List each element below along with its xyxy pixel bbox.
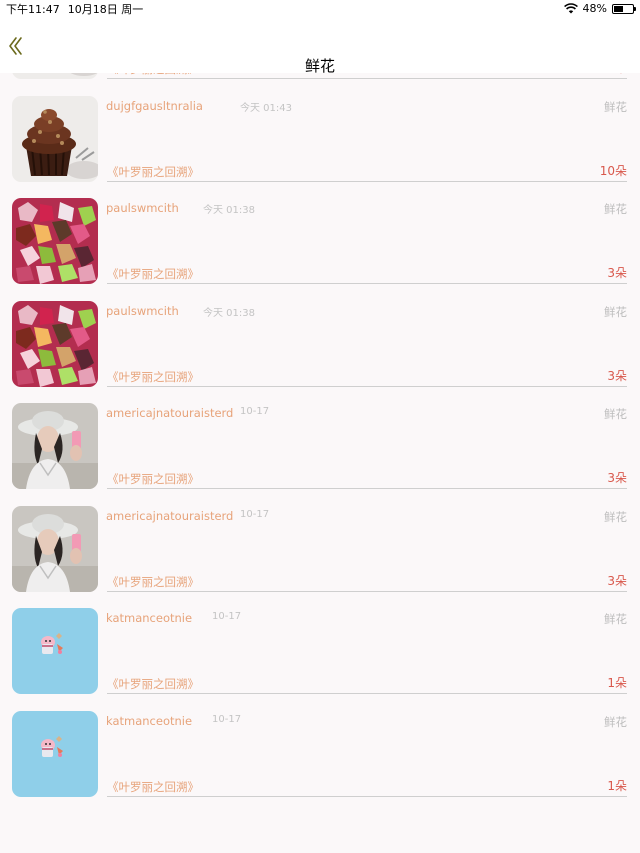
item-quantity: 3朵 [607, 368, 627, 383]
list-item[interactable]: katmanceotnie 10-17 鲜花 《叶罗丽之回溯》 1朵 [0, 598, 640, 701]
item-time: 10-17 [240, 508, 270, 520]
item-thumbnail [12, 300, 98, 387]
chevron-left-icon [9, 37, 22, 55]
battery-level [614, 5, 623, 12]
item-username[interactable]: paulswmcith [106, 201, 179, 215]
item-thumbnail [12, 95, 98, 182]
battery-percent: 48% [582, 2, 607, 15]
item-category: 鲜花 [604, 714, 627, 729]
status-date: 10月18日 周一 [67, 2, 144, 16]
item-username[interactable]: katmanceotnie [106, 611, 192, 625]
item-category: 鲜花 [604, 99, 627, 114]
item-username[interactable]: paulswmcith [106, 304, 179, 318]
row-divider [107, 385, 627, 387]
item-book-title[interactable]: 《叶罗丽之回溯》 [107, 779, 199, 795]
list-item[interactable]: katmanceotnie 10-17 鲜花 《叶罗丽之回溯》 1朵 [0, 701, 640, 804]
list-item[interactable]: paulswmcith 今天 01:38 鲜花 《叶罗丽之回溯》 3朵 [0, 291, 640, 394]
item-book-title[interactable]: 《叶罗丽之回溯》 [107, 574, 199, 590]
item-username[interactable]: dujgfgausltnralia [106, 99, 203, 113]
item-category: 鲜花 [604, 202, 627, 216]
item-book-title[interactable]: 《叶罗丽之回溯》 [107, 676, 199, 692]
item-username[interactable]: katmanceotnie [106, 714, 192, 728]
gift-list[interactable]: dujgfgausltnralia 今天 01:43 鲜花 《叶罗丽之回溯》 1… [0, 73, 640, 853]
row-divider [107, 78, 627, 79]
item-quantity: 3朵 [607, 573, 627, 588]
item-category: 鲜花 [604, 509, 627, 524]
item-quantity: 10朵 [599, 163, 627, 178]
status-right: 48% [563, 2, 636, 15]
item-time: 今天 01:38 [203, 205, 255, 216]
item-time: 10-17 [212, 713, 242, 725]
status-time: 下午11:47 [6, 2, 60, 16]
item-thumbnail [12, 403, 98, 489]
list-item[interactable]: americajnatouraisterd 10-17 鲜花 《叶罗丽之回溯》 … [0, 496, 640, 599]
item-thumbnail [12, 710, 98, 797]
item-thumbnail [12, 505, 98, 592]
wifi-icon [563, 3, 578, 14]
item-category: 鲜花 [604, 304, 627, 319]
item-username[interactable]: americajnatouraisterd [106, 406, 233, 420]
item-book-title[interactable]: 《叶罗丽之回溯》 [107, 266, 199, 282]
list-item[interactable]: dujgfgausltnralia 今天 01:43 鲜花 《叶罗丽之回溯》 1… [0, 86, 640, 189]
item-quantity: 1朵 [607, 676, 627, 690]
item-quantity: 3朵 [607, 266, 627, 280]
page-title: 鲜花 [304, 57, 335, 75]
item-quantity: 3朵 [607, 471, 627, 485]
status-bar: 下午11:47 10月18日 周一 48% [0, 0, 640, 17]
item-category: 鲜花 [604, 612, 627, 626]
item-book-title[interactable]: 《叶罗丽之回溯》 [107, 369, 199, 385]
item-time: 10-17 [212, 611, 242, 622]
item-category: 鲜花 [604, 407, 627, 421]
status-left: 下午11:47 10月18日 周一 [6, 1, 151, 17]
row-divider [107, 283, 627, 284]
row-divider [107, 180, 627, 182]
item-thumbnail [12, 198, 98, 284]
row-divider [107, 795, 627, 797]
item-quantity: 1朵 [607, 778, 627, 793]
row-divider [107, 590, 627, 592]
item-time: 今天 01:38 [203, 307, 255, 319]
item-book-title[interactable]: 《叶罗丽之回溯》 [107, 471, 199, 487]
item-time: 今天 01:43 [240, 102, 292, 114]
item-thumbnail [12, 608, 98, 694]
back-button[interactable] [6, 35, 26, 57]
nav-bar: 鲜花 [0, 17, 640, 75]
item-username[interactable]: americajnatouraisterd [106, 509, 233, 523]
battery-icon [612, 3, 636, 14]
gift-list-content: dujgfgausltnralia 今天 01:43 鲜花 《叶罗丽之回溯》 1… [0, 73, 640, 803]
item-time: 10-17 [240, 406, 270, 417]
item-book-title[interactable]: 《叶罗丽之回溯》 [107, 164, 199, 180]
list-item[interactable]: paulswmcith 今天 01:38 鲜花 《叶罗丽之回溯》 3朵 [0, 188, 640, 291]
row-divider [107, 488, 627, 489]
list-item[interactable]: americajnatouraisterd 10-17 鲜花 《叶罗丽之回溯》 … [0, 393, 640, 496]
row-divider [107, 693, 627, 694]
